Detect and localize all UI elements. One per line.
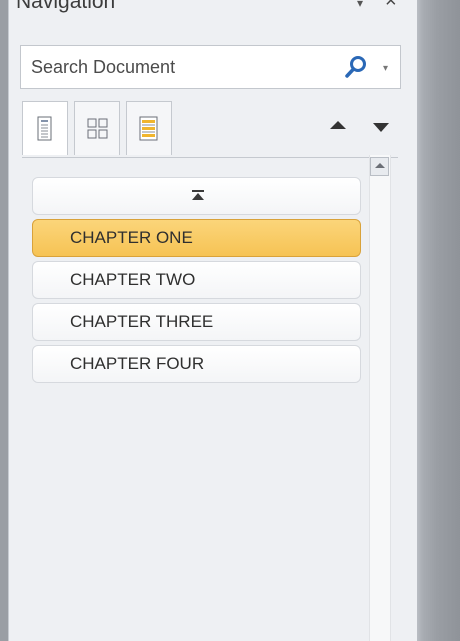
tab-results[interactable] [126,101,172,155]
scroll-up-button[interactable] [370,157,389,176]
headings-icon [37,116,52,141]
results-icon [139,116,158,141]
heading-item-chapter-two[interactable]: CHAPTER TWO [32,261,361,299]
scrollbar[interactable] [369,155,391,641]
heading-item-chapter-one[interactable]: CHAPTER ONE [32,219,361,257]
pages-thumbnail-icon [87,118,108,139]
document-area-edge [417,0,460,641]
tabs-divider [22,157,398,158]
close-icon[interactable]: × [385,0,397,13]
headings-list: CHAPTER ONE CHAPTER TWO CHAPTER THREE CH… [32,177,361,387]
previous-heading-icon[interactable] [330,121,346,129]
search-options-dropdown-icon[interactable]: ▾ [383,63,388,74]
pane-title: Navigation [16,0,116,13]
tab-pages[interactable] [74,101,120,155]
search-icon[interactable] [343,54,369,80]
heading-item-chapter-three[interactable]: CHAPTER THREE [32,303,361,341]
pane-options-dropdown-icon[interactable]: ▾ [357,0,363,10]
collapse-all-button[interactable] [32,177,361,215]
search-input[interactable] [21,46,331,88]
next-heading-icon[interactable] [373,123,389,132]
collapse-up-icon [192,190,204,200]
search-box: ▾ [20,45,401,89]
tab-headings[interactable] [22,101,68,155]
heading-item-chapter-four[interactable]: CHAPTER FOUR [32,345,361,383]
